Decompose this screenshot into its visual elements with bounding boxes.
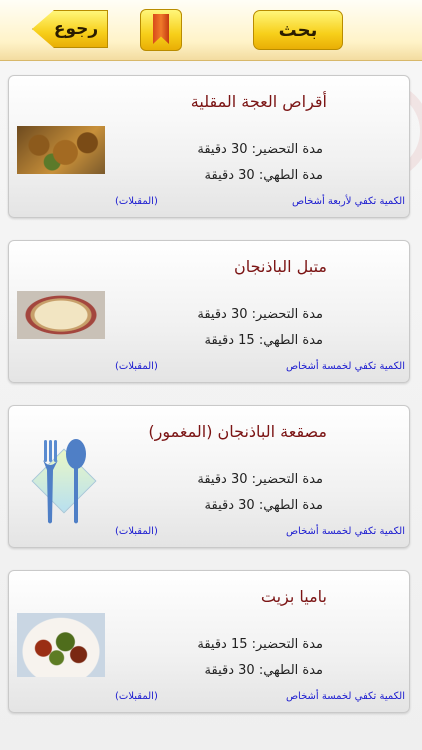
cook-time: مدة الطهي: 30 دقيقة: [204, 168, 323, 183]
search-button-label: بحث: [278, 19, 318, 41]
prep-time: مدة التحضير: 15 دقيقة: [197, 637, 323, 652]
category-link[interactable]: (المقبلات): [115, 691, 158, 702]
recipe-card[interactable]: مصقعة الباذنجان (المغمور) مدة التحضير: 3…: [8, 405, 410, 548]
recipe-title: متبل الباذنجان: [234, 257, 327, 276]
top-bar: رجوع بحث: [0, 0, 422, 61]
bookmark-icon: [153, 14, 169, 44]
prep-time: مدة التحضير: 30 دقيقة: [197, 142, 323, 157]
recipe-thumbnail: [17, 126, 105, 174]
recipe-title: مصقعة الباذنجان (المغمور): [148, 422, 327, 441]
servings: الكمية تكفي لخمسة أشخاص: [285, 691, 405, 702]
cutlery-svg: [43, 439, 86, 524]
recipe-card[interactable]: باميا بزيت مدة التحضير: 15 دقيقة مدة الط…: [8, 570, 410, 713]
back-button-label: رجوع: [53, 19, 99, 39]
cook-time: مدة الطهي: 15 دقيقة: [204, 333, 323, 348]
prep-time: مدة التحضير: 30 دقيقة: [197, 472, 323, 487]
back-button[interactable]: رجوع: [32, 10, 108, 48]
category-link[interactable]: (المقبلات): [115, 196, 158, 207]
servings: الكمية تكفي لخمسة أشخاص: [285, 526, 405, 537]
recipe-card[interactable]: متبل الباذنجان مدة التحضير: 30 دقيقة مدة…: [8, 240, 410, 383]
recipe-title: باميا بزيت: [260, 587, 327, 606]
recipe-card[interactable]: أقراص العجة المقلية مدة التحضير: 30 دقيق…: [8, 75, 410, 218]
prep-time: مدة التحضير: 30 دقيقة: [197, 307, 323, 322]
fork-spoon-icon: [17, 436, 105, 528]
recipe-thumbnail: [17, 613, 105, 677]
category-link[interactable]: (المقبلات): [115, 361, 158, 372]
cook-time: مدة الطهي: 30 دقيقة: [204, 663, 323, 678]
search-button[interactable]: بحث: [253, 10, 343, 50]
servings: الكمية تكفي لأربعة أشخاص: [292, 196, 405, 207]
recipe-thumbnail: [17, 291, 105, 339]
recipe-title: أقراص العجة المقلية: [190, 92, 327, 111]
cook-time: مدة الطهي: 30 دقيقة: [204, 498, 323, 513]
bookmark-button[interactable]: [140, 9, 182, 51]
category-link[interactable]: (المقبلات): [115, 526, 158, 537]
servings: الكمية تكفي لخمسة أشخاص: [285, 361, 405, 372]
